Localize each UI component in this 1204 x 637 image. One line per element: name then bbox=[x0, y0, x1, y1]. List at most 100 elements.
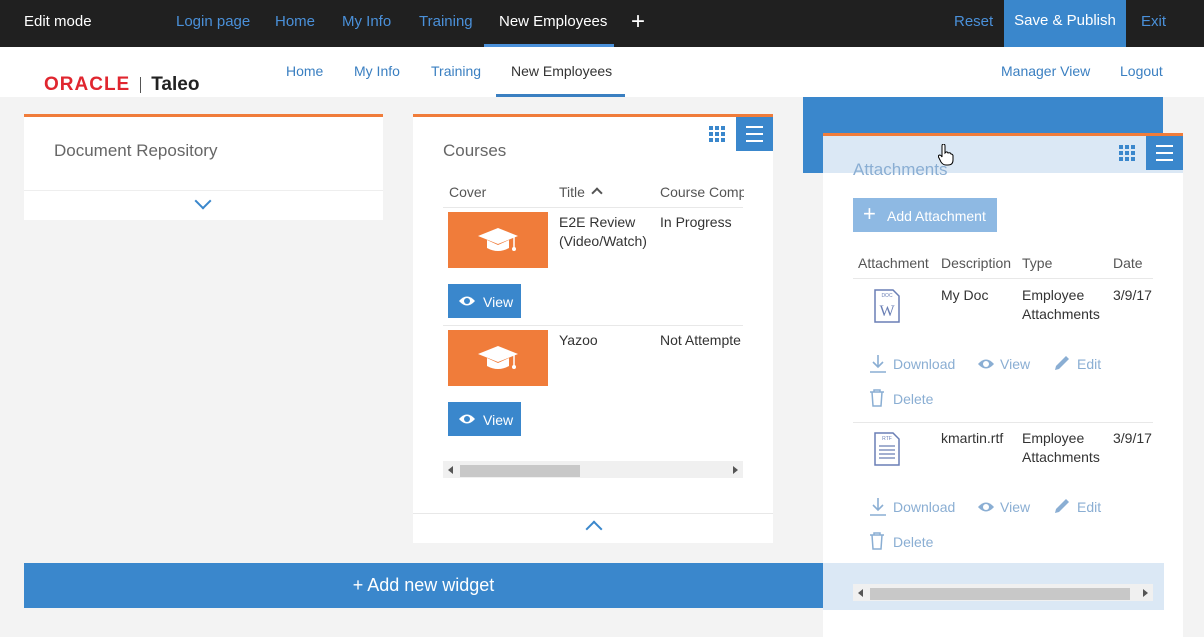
attachment-date: 3/9/17 bbox=[1113, 287, 1152, 303]
attachment-description: kmartin.rtf bbox=[941, 430, 1004, 446]
view-course-button[interactable]: View bbox=[448, 284, 521, 318]
attachment-description: My Doc bbox=[941, 287, 989, 303]
column-header-course-completion: Course Comp bbox=[660, 184, 744, 200]
column-header-description: Description bbox=[941, 255, 1012, 271]
scroll-left-icon[interactable] bbox=[858, 589, 863, 597]
view-label: View bbox=[1000, 499, 1031, 515]
column-header-title[interactable]: Title bbox=[559, 184, 585, 200]
attachment-type-line: Attachments bbox=[1022, 449, 1100, 465]
nav-new-employees[interactable]: New Employees bbox=[496, 47, 625, 97]
nav-new-employees-label: New Employees bbox=[511, 63, 613, 79]
view-attachment-link[interactable]: View bbox=[976, 356, 1036, 376]
scroll-right-icon[interactable] bbox=[733, 466, 738, 474]
edit-link[interactable]: Edit bbox=[1053, 499, 1113, 519]
scroll-right-icon[interactable] bbox=[1143, 589, 1148, 597]
course-title-line: Yazoo bbox=[559, 332, 598, 348]
download-icon bbox=[870, 355, 886, 373]
scroll-left-icon[interactable] bbox=[448, 466, 453, 474]
eye-icon bbox=[978, 359, 994, 369]
delete-link[interactable]: Delete bbox=[869, 532, 949, 554]
file-type-label: RTF bbox=[882, 436, 892, 442]
eye-icon bbox=[459, 414, 475, 424]
chevron-up-icon[interactable] bbox=[585, 520, 603, 538]
attachment-type-line: Employee bbox=[1022, 287, 1085, 303]
course-cover-image bbox=[448, 330, 548, 386]
edit-label: Edit bbox=[1077, 356, 1102, 372]
edit-tab-new-employees[interactable]: New Employees bbox=[484, 0, 614, 47]
manager-view-link[interactable]: Manager View bbox=[1001, 63, 1090, 79]
file-type-label: DOC bbox=[881, 293, 893, 299]
app-header: ORACLE Taleo Home My Info Training New E… bbox=[0, 47, 1204, 97]
exit-button[interactable]: Exit bbox=[1141, 13, 1166, 30]
attachments-widget[interactable]: Attachments + Add Attachment Attachment … bbox=[823, 133, 1183, 637]
horizontal-scrollbar[interactable] bbox=[853, 584, 1153, 601]
attachments-title: Attachments bbox=[853, 160, 948, 179]
graduation-cap-icon bbox=[478, 228, 518, 251]
course-cover-image bbox=[448, 212, 548, 268]
document-repository-widget: Document Repository bbox=[24, 114, 383, 220]
course-status: Not Attempte bbox=[660, 332, 741, 348]
edit-tab-my-info[interactable]: My Info bbox=[342, 13, 391, 30]
add-attachment-label: Add Attachment bbox=[887, 208, 986, 224]
column-header-date: Date bbox=[1113, 255, 1143, 271]
hamburger-menu-icon[interactable] bbox=[1146, 136, 1183, 170]
courses-widget: Courses Cover Title Course Comp E2E Revi… bbox=[413, 114, 773, 543]
divider bbox=[443, 207, 743, 208]
edit-tab-home[interactable]: Home bbox=[275, 13, 315, 30]
trash-icon bbox=[870, 389, 884, 407]
edit-tab-new-employees-label: New Employees bbox=[499, 13, 608, 30]
document-repository-title: Document Repository bbox=[54, 141, 218, 160]
scrollbar-thumb[interactable] bbox=[870, 588, 1130, 600]
divider bbox=[24, 190, 383, 191]
logo-oracle-text: ORACLE bbox=[44, 74, 131, 95]
add-attachment-button[interactable]: + Add Attachment bbox=[853, 198, 997, 232]
add-page-button[interactable]: + bbox=[631, 9, 645, 35]
oracle-taleo-logo: ORACLE Taleo bbox=[44, 74, 200, 95]
eye-icon bbox=[459, 296, 475, 306]
hand-cursor-icon bbox=[938, 144, 954, 166]
edit-bar: Edit mode Login page Home My Info Traini… bbox=[0, 0, 1204, 47]
courses-title: Courses bbox=[443, 141, 507, 160]
delete-label: Delete bbox=[893, 391, 934, 407]
divider bbox=[443, 325, 743, 326]
sort-ascending-icon[interactable] bbox=[591, 187, 603, 199]
view-label: View bbox=[483, 412, 514, 428]
pencil-icon bbox=[1055, 499, 1069, 513]
attachment-type-line: Attachments bbox=[1022, 306, 1100, 322]
edit-mode-label: Edit mode bbox=[24, 13, 92, 30]
eye-icon bbox=[978, 502, 994, 512]
svg-text:W: W bbox=[879, 303, 895, 320]
horizontal-scrollbar[interactable] bbox=[443, 461, 743, 478]
column-header-cover: Cover bbox=[449, 184, 487, 200]
view-attachment-link[interactable]: View bbox=[976, 499, 1036, 519]
divider bbox=[853, 278, 1153, 279]
logout-link[interactable]: Logout bbox=[1120, 63, 1163, 79]
graduation-cap-icon bbox=[478, 346, 518, 369]
plus-icon: + bbox=[863, 201, 876, 226]
word-document-icon: DOC W bbox=[874, 289, 900, 323]
save-publish-button[interactable]: Save & Publish bbox=[1004, 0, 1126, 47]
add-new-widget-button[interactable]: + Add new widget bbox=[24, 563, 823, 608]
logo-taleo-text: Taleo bbox=[151, 74, 200, 95]
grid-icon[interactable] bbox=[1119, 145, 1137, 163]
edit-tab-training[interactable]: Training bbox=[419, 13, 473, 30]
nav-home[interactable]: Home bbox=[286, 63, 323, 79]
download-link[interactable]: Download bbox=[869, 498, 959, 519]
download-link[interactable]: Download bbox=[869, 355, 959, 376]
edit-tab-login-page[interactable]: Login page bbox=[176, 13, 250, 30]
attachment-type-line: Employee bbox=[1022, 430, 1085, 446]
nav-my-info[interactable]: My Info bbox=[354, 63, 400, 79]
column-header-attachment: Attachment bbox=[858, 255, 929, 271]
view-course-button[interactable]: View bbox=[448, 402, 521, 436]
delete-link[interactable]: Delete bbox=[869, 389, 949, 411]
pencil-icon bbox=[1055, 356, 1069, 370]
download-icon bbox=[870, 498, 886, 516]
nav-training[interactable]: Training bbox=[431, 63, 481, 79]
edit-link[interactable]: Edit bbox=[1053, 356, 1113, 376]
scrollbar-thumb[interactable] bbox=[460, 465, 580, 477]
grid-icon[interactable] bbox=[709, 126, 727, 144]
chevron-down-icon[interactable] bbox=[194, 192, 212, 210]
reset-button[interactable]: Reset bbox=[954, 13, 993, 30]
hamburger-menu-icon[interactable] bbox=[736, 117, 773, 151]
view-label: View bbox=[483, 294, 514, 310]
